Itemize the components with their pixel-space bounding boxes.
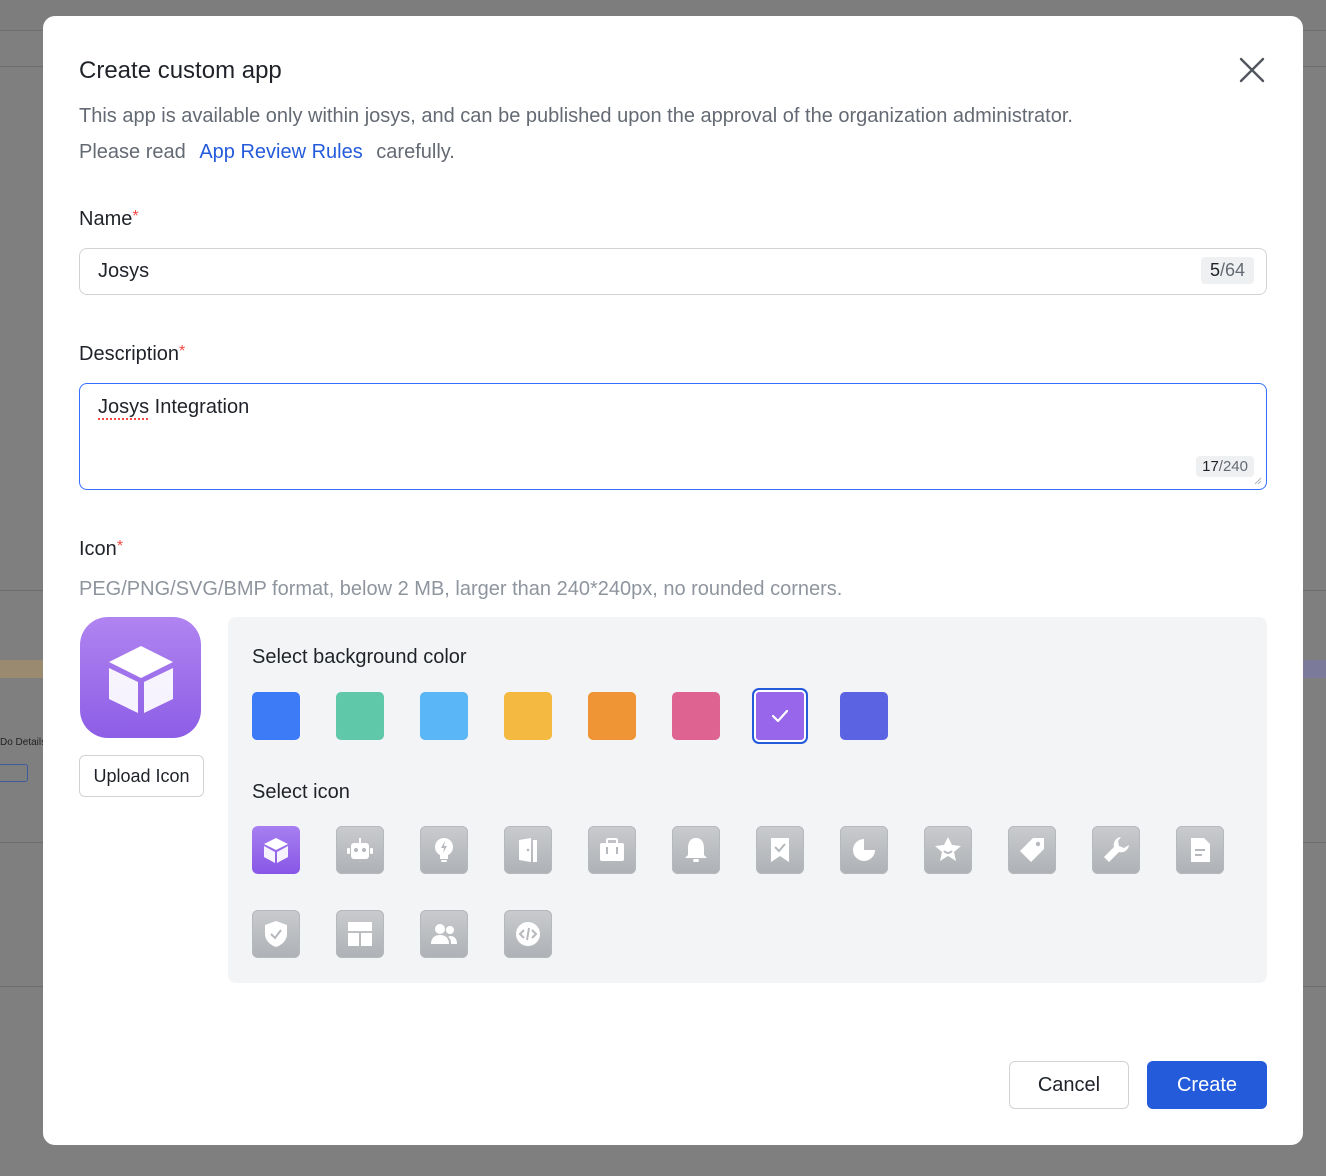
tag-icon bbox=[1020, 838, 1044, 862]
icon-option-lightbulb[interactable] bbox=[420, 826, 468, 874]
description-label: Description* bbox=[79, 343, 185, 366]
background-color-heading: Select background color bbox=[252, 646, 467, 668]
icon-option-bell[interactable] bbox=[672, 826, 720, 874]
subtitle-prefix: Please read bbox=[79, 141, 186, 163]
shield-check-icon bbox=[265, 921, 287, 947]
required-mark: * bbox=[179, 343, 186, 360]
resize-grip-icon[interactable] bbox=[1252, 475, 1262, 485]
lightbulb-icon bbox=[435, 838, 453, 862]
icon-option-wrench[interactable] bbox=[1092, 826, 1140, 874]
name-count-max: /64 bbox=[1219, 260, 1245, 280]
close-icon[interactable] bbox=[1236, 54, 1268, 86]
cube-icon bbox=[108, 645, 173, 713]
robot-icon bbox=[347, 838, 373, 859]
wrench-icon bbox=[1104, 837, 1129, 862]
icon-option-code[interactable] bbox=[504, 910, 552, 958]
subtitle-suffix: carefully. bbox=[376, 141, 455, 163]
app-review-rules-link[interactable]: App Review Rules bbox=[191, 141, 370, 163]
icon-option-star[interactable] bbox=[924, 826, 972, 874]
icon-option-tag[interactable] bbox=[1008, 826, 1056, 874]
color-swatch-indigo[interactable] bbox=[840, 692, 888, 740]
dialog-subtitle: This app is available only within josys,… bbox=[79, 98, 1073, 170]
bell-icon bbox=[685, 838, 707, 862]
cancel-button[interactable]: Cancel bbox=[1009, 1061, 1129, 1109]
code-icon bbox=[516, 922, 540, 946]
color-swatch-pink[interactable] bbox=[672, 692, 720, 740]
name-input-value[interactable]: Josys bbox=[98, 260, 149, 283]
description-label-text: Description bbox=[79, 343, 180, 365]
description-count-max: /240 bbox=[1218, 458, 1248, 475]
color-swatch-teal[interactable] bbox=[336, 692, 384, 740]
icon-option-shield[interactable] bbox=[252, 910, 300, 958]
required-mark: * bbox=[116, 538, 124, 555]
icon-option-layout[interactable] bbox=[336, 910, 384, 958]
briefcase-icon bbox=[600, 838, 624, 861]
dialog-title: Create custom app bbox=[79, 57, 282, 84]
select-icon-heading: Select icon bbox=[252, 781, 350, 803]
icon-label-text: Icon bbox=[79, 538, 117, 560]
description-value-rest[interactable]: Integration bbox=[149, 396, 250, 418]
icon-option-users[interactable] bbox=[420, 910, 468, 958]
bg-box bbox=[0, 764, 28, 782]
bg-text-fragment: Do Details bbox=[0, 737, 47, 748]
icon-option-pie-chart[interactable] bbox=[840, 826, 888, 874]
icon-picker-panel: Select background color Select icon bbox=[228, 617, 1267, 983]
description-textarea[interactable]: Josys Integration 17/240 bbox=[79, 383, 1267, 490]
subtitle-line-2: Please read App Review Rules carefully. bbox=[79, 134, 1073, 170]
required-mark: * bbox=[132, 208, 139, 225]
cube-icon bbox=[264, 838, 288, 863]
color-swatch-blue[interactable] bbox=[252, 692, 300, 740]
icon-option-document[interactable] bbox=[1176, 826, 1224, 874]
name-input[interactable]: Josys 5/64 bbox=[79, 248, 1267, 295]
icon-label: Icon* bbox=[79, 538, 123, 561]
name-char-counter: 5/64 bbox=[1200, 257, 1254, 284]
name-count-current: 5 bbox=[1209, 260, 1220, 280]
subtitle-line-1: This app is available only within josys,… bbox=[79, 105, 1073, 127]
bookmark-check-icon bbox=[771, 838, 789, 862]
description-value-misspelled-word[interactable]: Josys bbox=[98, 396, 149, 418]
close-button[interactable] bbox=[1236, 54, 1268, 86]
color-swatch-purple[interactable] bbox=[752, 688, 808, 744]
create-app-dialog: Create custom app This app is available … bbox=[43, 16, 1303, 1145]
icon-option-bookmark[interactable] bbox=[756, 826, 804, 874]
app-icon-preview bbox=[80, 617, 201, 738]
checkmark-icon bbox=[771, 709, 789, 723]
color-swatch-yellow[interactable] bbox=[504, 692, 552, 740]
users-icon bbox=[431, 924, 457, 944]
door-icon bbox=[519, 838, 537, 862]
description-char-counter: 17/240 bbox=[1196, 456, 1254, 477]
icon-option-robot[interactable] bbox=[336, 826, 384, 874]
icon-option-briefcase[interactable] bbox=[588, 826, 636, 874]
icon-format-hint: PEG/PNG/SVG/BMP format, below 2 MB, larg… bbox=[79, 578, 843, 600]
icon-option-cube[interactable] bbox=[252, 826, 300, 874]
name-label-text: Name bbox=[79, 208, 133, 230]
name-label: Name* bbox=[79, 208, 139, 231]
layout-icon bbox=[348, 922, 372, 946]
upload-icon-button[interactable]: Upload Icon bbox=[79, 755, 204, 797]
color-swatch-orange[interactable] bbox=[588, 692, 636, 740]
description-count-current: 17 bbox=[1202, 458, 1219, 475]
icon-option-door[interactable] bbox=[504, 826, 552, 874]
star-badge-icon bbox=[935, 837, 961, 861]
color-swatch-sky[interactable] bbox=[420, 692, 468, 740]
create-button[interactable]: Create bbox=[1147, 1061, 1267, 1109]
pie-chart-icon bbox=[853, 839, 875, 861]
document-icon bbox=[1191, 838, 1210, 862]
